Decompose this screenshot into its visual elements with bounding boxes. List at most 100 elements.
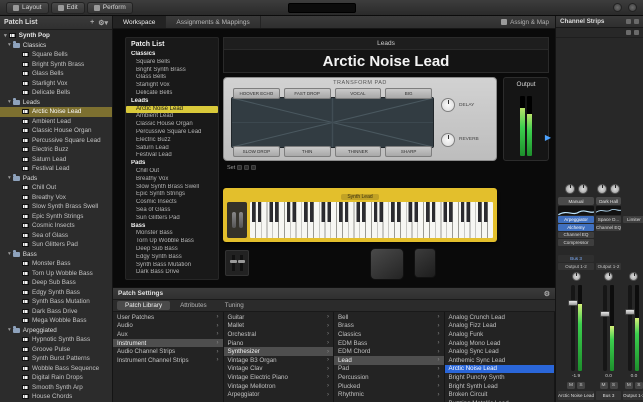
transform-button-thinner[interactable]: THINNER xyxy=(335,146,382,157)
keyboard-keys[interactable] xyxy=(250,202,493,238)
library-item-piano[interactable]: Piano› xyxy=(224,339,334,348)
library-item-rhythmic[interactable]: Rhythmic› xyxy=(334,390,444,399)
panel-patch-item[interactable]: Electric Buzz xyxy=(126,137,218,145)
pan-knob[interactable] xyxy=(572,272,581,281)
patch-group-bass[interactable]: ▾ Bass xyxy=(0,250,112,260)
panel-patch-item[interactable]: Bright Synth Brass xyxy=(126,67,218,75)
panel-patch-item[interactable]: Arctic Noise Lead xyxy=(126,106,218,114)
setting-button[interactable]: Dark Hall xyxy=(596,197,621,205)
drawbar-module[interactable] xyxy=(225,250,249,276)
settings-tab-patch-library[interactable]: Patch Library xyxy=(117,301,170,310)
patch-item-breathy-vox[interactable]: Breathy Vox xyxy=(0,193,112,203)
patch-item-starlight-vox[interactable]: Starlight Vox xyxy=(0,79,112,89)
send-knob[interactable] xyxy=(597,184,607,194)
library-item-arpeggiator[interactable]: Arpeggiator› xyxy=(224,390,334,399)
patch-item-chill-out[interactable]: Chill Out xyxy=(0,183,112,193)
transform-pad[interactable]: TRANSFORM PAD HOOVER ECHOFAST DRO xyxy=(223,77,497,161)
transform-button-hoover-echo[interactable]: HOOVER ECHO xyxy=(233,88,280,99)
patch-item-synth-bass-mutation[interactable]: Synth Bass Mutation xyxy=(0,297,112,307)
add-patch-icon[interactable]: + xyxy=(90,19,94,27)
pan-knob[interactable] xyxy=(604,272,613,281)
panel-patch-item[interactable]: Ambient Lead xyxy=(126,113,218,121)
patch-item-delicate-bells[interactable]: Delicate Bells xyxy=(0,88,112,98)
send-slot[interactable]: Bus 3 xyxy=(558,255,594,262)
disclosure-triangle-icon[interactable]: ▾ xyxy=(8,251,11,257)
patch-item-house-chords[interactable]: House Chords xyxy=(0,392,112,402)
reverb-knob[interactable] xyxy=(441,133,455,147)
volume-fader[interactable] xyxy=(571,285,575,371)
panel-patch-item[interactable]: Sun Glitters Pad xyxy=(126,215,218,223)
disclosure-triangle-icon[interactable]: ▾ xyxy=(8,42,11,48)
output-slot[interactable]: Output 1-2 xyxy=(596,263,621,270)
panel-patch-item[interactable]: Sea of Glass xyxy=(126,207,218,215)
strip-view-icon[interactable] xyxy=(626,30,631,35)
panel-patch-item[interactable]: Cosmic Insects xyxy=(126,199,218,207)
mode-edit-button[interactable]: Edit xyxy=(51,2,85,14)
output-slot[interactable]: Output 1-2 xyxy=(558,263,594,270)
panel-patch-item[interactable]: Deep Sub Bass xyxy=(126,246,218,254)
plugin-slot-space-d[interactable]: Space D... xyxy=(596,216,621,223)
mode-perform-button[interactable]: Perform xyxy=(87,2,133,14)
snapshot-button[interactable] xyxy=(237,165,242,170)
settings-tab-attributes[interactable]: Attributes xyxy=(172,301,215,310)
panel-patch-item[interactable]: Classic House Organ xyxy=(126,121,218,129)
patch-group-leads[interactable]: ▾ Leads xyxy=(0,98,112,108)
volume-fader[interactable] xyxy=(628,285,632,371)
setting-button[interactable]: Manual xyxy=(558,197,594,205)
panel-patch-item[interactable]: Epic Synth Strings xyxy=(126,191,218,199)
sidebar-gear-icon[interactable]: ⚙▾ xyxy=(98,19,108,27)
settings-tab-tuning[interactable]: Tuning xyxy=(217,301,252,310)
library-item-analog-fizz-lead[interactable]: Analog Fizz Lead xyxy=(445,322,555,331)
expression-pedal[interactable] xyxy=(414,248,436,278)
transform-button-fast-drop[interactable]: FAST DROP xyxy=(284,88,331,99)
tuner-icon[interactable] xyxy=(613,3,622,12)
panel-patch-item[interactable]: Percussive Square Lead xyxy=(126,129,218,137)
library-item-audio-channel-strips[interactable]: Audio Channel Strips› xyxy=(113,347,223,356)
library-item-classics[interactable]: Classics› xyxy=(334,330,444,339)
patch-group-classics[interactable]: ▾ Classics xyxy=(0,41,112,51)
patch-settings-gear-icon[interactable]: ⚙ xyxy=(544,290,550,298)
disclosure-triangle-icon[interactable]: ▾ xyxy=(8,175,11,181)
library-item-audio[interactable]: Audio› xyxy=(113,322,223,331)
panel-patch-item[interactable]: Synth Bass Mutation xyxy=(126,262,218,270)
disclosure-triangle-icon[interactable]: ▾ xyxy=(8,327,11,333)
send-knob[interactable] xyxy=(565,184,575,194)
panel-patch-item[interactable]: Edgy Synth Bass xyxy=(126,254,218,262)
mode-layout-button[interactable]: Layout xyxy=(6,2,49,14)
solo-button[interactable]: S xyxy=(577,382,585,389)
library-item-edm-chord[interactable]: EDM Chord› xyxy=(334,347,444,356)
library-item-percussion[interactable]: Percussion› xyxy=(334,373,444,382)
library-item-arctic-noise-lead[interactable]: Arctic Noise Lead xyxy=(445,365,555,374)
patch-item-synth-burst-patterns[interactable]: Synth Burst Patterns xyxy=(0,354,112,364)
patch-item-wobble-bass-sequence[interactable]: Wobble Bass Sequence xyxy=(0,364,112,374)
pitch-wheel[interactable] xyxy=(232,212,236,228)
library-item-vintage-electric-piano[interactable]: Vintage Electric Piano› xyxy=(224,373,334,382)
panel-patch-item[interactable]: Monster Bass xyxy=(126,230,218,238)
patch-item-groove-pulse[interactable]: Groove Pulse xyxy=(0,345,112,355)
library-item-analog-crunch-lead[interactable]: Analog Crunch Lead xyxy=(445,313,555,322)
strip-filter-icon[interactable] xyxy=(634,30,639,35)
mini-slider[interactable] xyxy=(232,255,235,271)
snapshot-button[interactable] xyxy=(244,165,249,170)
black-keys[interactable] xyxy=(252,202,493,222)
library-item-bright-punchy-synth[interactable]: Bright Punchy Synth xyxy=(445,373,555,382)
eq-thumbnail[interactable] xyxy=(596,206,621,215)
patch-item-saturn-lead[interactable]: Saturn Lead xyxy=(0,155,112,165)
library-item-lead[interactable]: Lead› xyxy=(334,356,444,365)
transform-button-big[interactable]: BIG xyxy=(385,88,432,99)
mute-button[interactable]: M xyxy=(567,382,575,389)
transform-button-sharp[interactable]: SHARP xyxy=(385,146,432,157)
send-knob[interactable] xyxy=(610,184,620,194)
panel-patch-item[interactable]: Festival Lead xyxy=(126,152,218,160)
patch-item-mega-wobble-bass[interactable]: Mega Wobble Bass xyxy=(0,316,112,326)
patch-item-bright-synth-brass[interactable]: Bright Synth Brass xyxy=(0,60,112,70)
library-item-instrument-channel-strips[interactable]: Instrument Channel Strips› xyxy=(113,356,223,365)
transform-pad-screen[interactable] xyxy=(231,97,434,148)
patch-item-square-bells[interactable]: Square Bells xyxy=(0,50,112,60)
panel-patch-item[interactable]: Square Bells xyxy=(126,59,218,67)
master-volume-icon[interactable] xyxy=(628,3,637,12)
solo-button[interactable]: S xyxy=(635,382,643,389)
info-icon[interactable] xyxy=(626,19,631,24)
patch-item-dark-bass-drive[interactable]: Dark Bass Drive xyxy=(0,307,112,317)
snapshot-button[interactable] xyxy=(251,165,256,170)
